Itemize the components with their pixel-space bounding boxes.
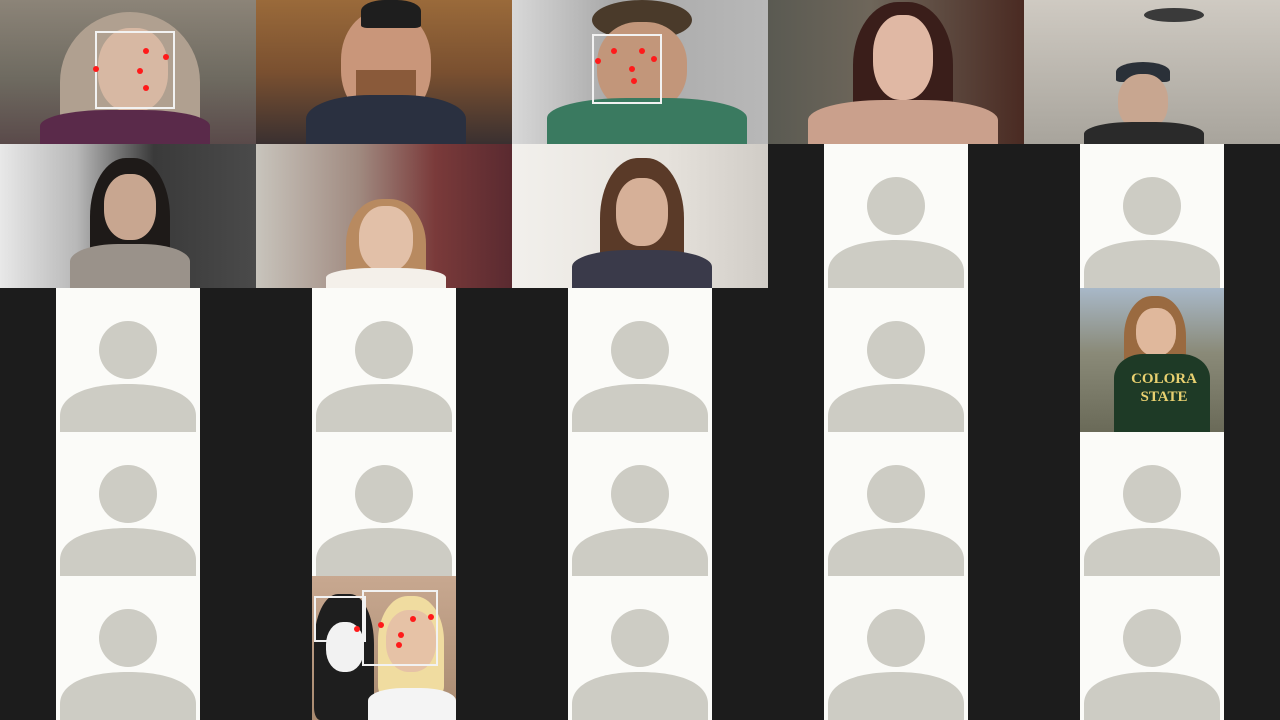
video-tile-participant-6[interactable] <box>0 144 256 288</box>
default-avatar-icon <box>572 321 708 432</box>
participant-shirt <box>40 110 210 144</box>
default-avatar-icon <box>828 465 964 576</box>
participant-face <box>1136 308 1176 356</box>
participant-shirt <box>326 268 446 288</box>
default-avatar-icon <box>828 609 964 720</box>
profile-photo-tile-shirt[interactable]: COLORA STATE <box>1080 288 1224 432</box>
participant-face <box>873 15 933 100</box>
face-landmark-dot <box>398 632 404 638</box>
avatar-placeholder-tile[interactable] <box>824 432 968 576</box>
video-tile-participant-2[interactable] <box>256 0 512 144</box>
video-tile-participant-3[interactable] <box>512 0 768 144</box>
face-detection-box <box>314 596 366 642</box>
default-avatar-icon <box>1084 465 1220 576</box>
default-avatar-icon <box>828 177 964 288</box>
shirt-print: COLORA STATE <box>1124 370 1204 406</box>
face-detection-box <box>592 34 662 104</box>
face-landmark-dot <box>93 66 99 72</box>
face-landmark-dot <box>396 642 402 648</box>
participant-shirt <box>572 250 712 288</box>
default-avatar-icon <box>1084 177 1220 288</box>
avatar-placeholder-tile[interactable] <box>824 288 968 432</box>
default-avatar-icon <box>60 465 196 576</box>
face-landmark-dot <box>629 66 635 72</box>
avatar-placeholder-tile[interactable] <box>312 288 456 432</box>
video-tile-participant-7[interactable] <box>256 144 512 288</box>
default-avatar-icon <box>60 321 196 432</box>
default-avatar-icon <box>316 465 452 576</box>
video-tile-participant-5[interactable] <box>1024 0 1280 144</box>
participant-shirt <box>306 95 466 144</box>
face-landmark-dot <box>378 622 384 628</box>
participant-shirt <box>547 98 747 144</box>
avatar-placeholder-tile[interactable] <box>56 432 200 576</box>
shirt-text-line1: COLORA <box>1131 371 1197 387</box>
avatar-placeholder-tile[interactable] <box>1080 576 1224 720</box>
avatar-placeholder-tile[interactable] <box>824 144 968 288</box>
face-landmark-dot <box>354 626 360 632</box>
default-avatar-icon <box>828 321 964 432</box>
participant-shirt <box>368 688 456 720</box>
avatar-placeholder-tile[interactable] <box>568 288 712 432</box>
face-landmark-dot <box>639 48 645 54</box>
face-landmark-dot <box>651 56 657 62</box>
video-tile-participant-4[interactable] <box>768 0 1024 144</box>
ceiling-fan <box>1144 8 1204 22</box>
face-detection-box <box>95 31 175 109</box>
avatar-placeholder-tile[interactable] <box>568 576 712 720</box>
avatar-placeholder-tile[interactable] <box>568 432 712 576</box>
participant-face <box>104 174 156 240</box>
face-landmark-dot <box>428 614 434 620</box>
face-landmark-dot <box>595 58 601 64</box>
avatar-placeholder-tile[interactable] <box>56 576 200 720</box>
default-avatar-icon <box>1084 609 1220 720</box>
default-avatar-icon <box>316 321 452 432</box>
video-tile-participant-8[interactable] <box>512 144 768 288</box>
face-landmark-dot <box>631 78 637 84</box>
participant-cap <box>361 0 421 28</box>
avatar-placeholder-tile[interactable] <box>312 432 456 576</box>
face-landmark-dot <box>163 54 169 60</box>
avatar-placeholder-tile[interactable] <box>1080 432 1224 576</box>
participant-shirt <box>70 244 190 288</box>
participant-face <box>616 178 668 246</box>
shirt-text-line2: STATE <box>1140 389 1188 405</box>
participant-shirt <box>1084 122 1204 144</box>
participant-shoulders <box>808 100 998 144</box>
default-avatar-icon <box>60 609 196 720</box>
video-tile-participant-1[interactable] <box>0 0 256 144</box>
avatar-placeholder-tile[interactable] <box>56 288 200 432</box>
profile-photo-tile-dog[interactable] <box>312 576 456 720</box>
avatar-placeholder-tile[interactable] <box>824 576 968 720</box>
face-landmark-dot <box>410 616 416 622</box>
default-avatar-icon <box>572 465 708 576</box>
face-landmark-dot <box>143 48 149 54</box>
avatar-placeholder-tile[interactable] <box>1080 144 1224 288</box>
face-landmark-dot <box>143 85 149 91</box>
default-avatar-icon <box>572 609 708 720</box>
face-landmark-dot <box>611 48 617 54</box>
participant-face <box>359 206 413 272</box>
face-landmark-dot <box>137 68 143 74</box>
face-detection-box <box>362 590 438 666</box>
